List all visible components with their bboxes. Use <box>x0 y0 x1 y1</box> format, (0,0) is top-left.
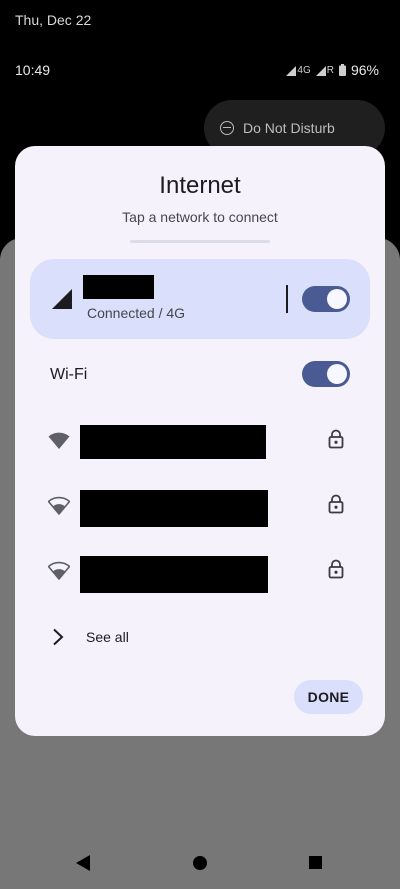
scan-progress-bar <box>130 240 270 243</box>
lock-icon <box>328 494 344 514</box>
dialog-subtitle: Tap a network to connect <box>122 209 278 225</box>
wifi-full-icon <box>48 432 70 449</box>
wifi-network-row[interactable] <box>15 422 385 462</box>
toggle-knob <box>327 289 347 309</box>
carrier-name-redacted <box>83 275 154 299</box>
do-not-disturb-label: Do Not Disturb <box>243 120 335 136</box>
wifi-network-row[interactable] <box>15 487 385 527</box>
network-type-label: 4G <box>297 64 311 76</box>
do-not-disturb-icon <box>220 121 234 135</box>
status-date: Thu, Dec 22 <box>15 12 92 28</box>
wifi-toggle[interactable] <box>302 361 350 387</box>
cell-signal-icon <box>52 289 72 309</box>
home-icon[interactable] <box>193 856 207 870</box>
dialog-title: Internet <box>159 172 241 199</box>
signal-roaming-icon: R <box>315 64 334 76</box>
wifi-label: Wi-Fi <box>50 366 88 383</box>
navigation-bar <box>0 841 400 889</box>
network-name-redacted <box>80 425 266 459</box>
see-all-label: See all <box>86 629 129 645</box>
wifi-mid-icon <box>48 496 70 515</box>
mobile-connection-status: Connected / 4G <box>87 305 186 321</box>
network-name-redacted <box>80 490 268 527</box>
wifi-mid-icon <box>48 561 70 580</box>
toggle-knob <box>327 364 347 384</box>
mobile-network-card[interactable]: Connected / 4G <box>30 259 370 339</box>
status-icons: 4G R 96% <box>286 62 379 78</box>
roaming-label: R <box>326 64 334 76</box>
chevron-right-icon <box>53 628 64 646</box>
network-name-redacted <box>80 556 268 593</box>
wifi-network-row[interactable] <box>15 552 385 593</box>
lock-icon <box>328 429 344 449</box>
battery-icon <box>338 64 346 76</box>
back-icon[interactable] <box>76 855 90 871</box>
done-button[interactable]: DONE <box>294 680 363 714</box>
mobile-data-toggle[interactable] <box>302 286 350 312</box>
see-all-link[interactable]: See all <box>50 622 129 652</box>
recents-icon[interactable] <box>309 856 322 869</box>
signal-4g-icon: 4G <box>286 64 311 76</box>
lock-icon <box>328 559 344 579</box>
status-time: 10:49 <box>15 62 51 78</box>
internet-dialog: Internet Tap a network to connect Connec… <box>15 146 385 736</box>
battery-percent: 96% <box>350 62 379 78</box>
mobile-toggle-divider <box>286 285 288 313</box>
